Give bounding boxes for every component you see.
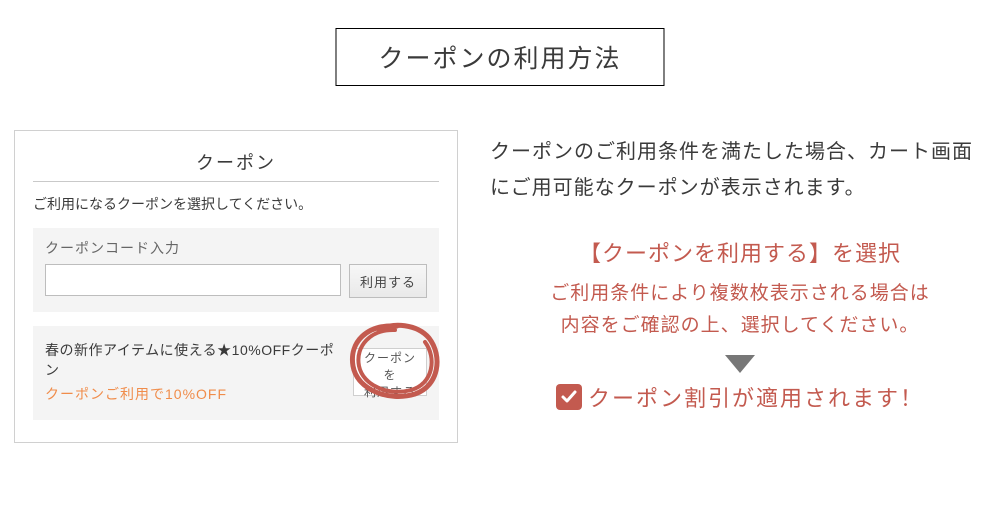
explanation-column: クーポンのご利用条件を満たした場合、カート画面にご用可能なクーポンが表示されます…: [490, 134, 990, 413]
check-icon: [556, 384, 582, 410]
result-line: クーポン割引が適用されます！: [490, 381, 990, 413]
action-note-line2: 内容をご確認の上、選択してください。: [561, 315, 920, 336]
action-note: ご利用条件により複数枚表示される場合は 内容をご確認の上、選択してください。: [490, 278, 990, 343]
coupon-item-desc: クーポンご利用で10%OFF: [45, 384, 345, 404]
use-coupon-button-line2: 利用する: [364, 385, 416, 399]
apply-code-button[interactable]: 利用する: [349, 264, 427, 298]
action-title: 【クーポンを利用する】を選択: [490, 236, 990, 268]
down-arrow-icon: [490, 355, 990, 373]
result-text: クーポン割引が適用されます！: [588, 381, 924, 413]
explanation-intro: クーポンのご利用条件を満たした場合、カート画面にご用可能なクーポンが表示されます…: [490, 134, 990, 206]
coupon-item-name: 春の新作アイテムに使える★10%OFFクーポン: [45, 340, 345, 380]
use-coupon-button[interactable]: クーポンを 利用する: [353, 348, 427, 396]
coupon-code-input[interactable]: [45, 264, 341, 296]
page-title: クーポンの利用方法: [335, 28, 664, 86]
action-note-line1: ご利用条件により複数枚表示される場合は: [550, 283, 930, 304]
coupon-code-label: クーポンコード入力: [45, 238, 427, 258]
coupon-code-section: クーポンコード入力 利用する: [33, 228, 439, 312]
coupon-panel-heading: クーポン: [33, 145, 439, 182]
use-coupon-button-line1: クーポンを: [364, 351, 416, 382]
coupon-instruction: ご利用になるクーポンを選択してください。: [33, 194, 439, 214]
coupon-panel: クーポン ご利用になるクーポンを選択してください。 クーポンコード入力 利用する…: [14, 130, 458, 443]
coupon-item: 春の新作アイテムに使える★10%OFFクーポン クーポンご利用で10%OFF ク…: [33, 326, 439, 420]
